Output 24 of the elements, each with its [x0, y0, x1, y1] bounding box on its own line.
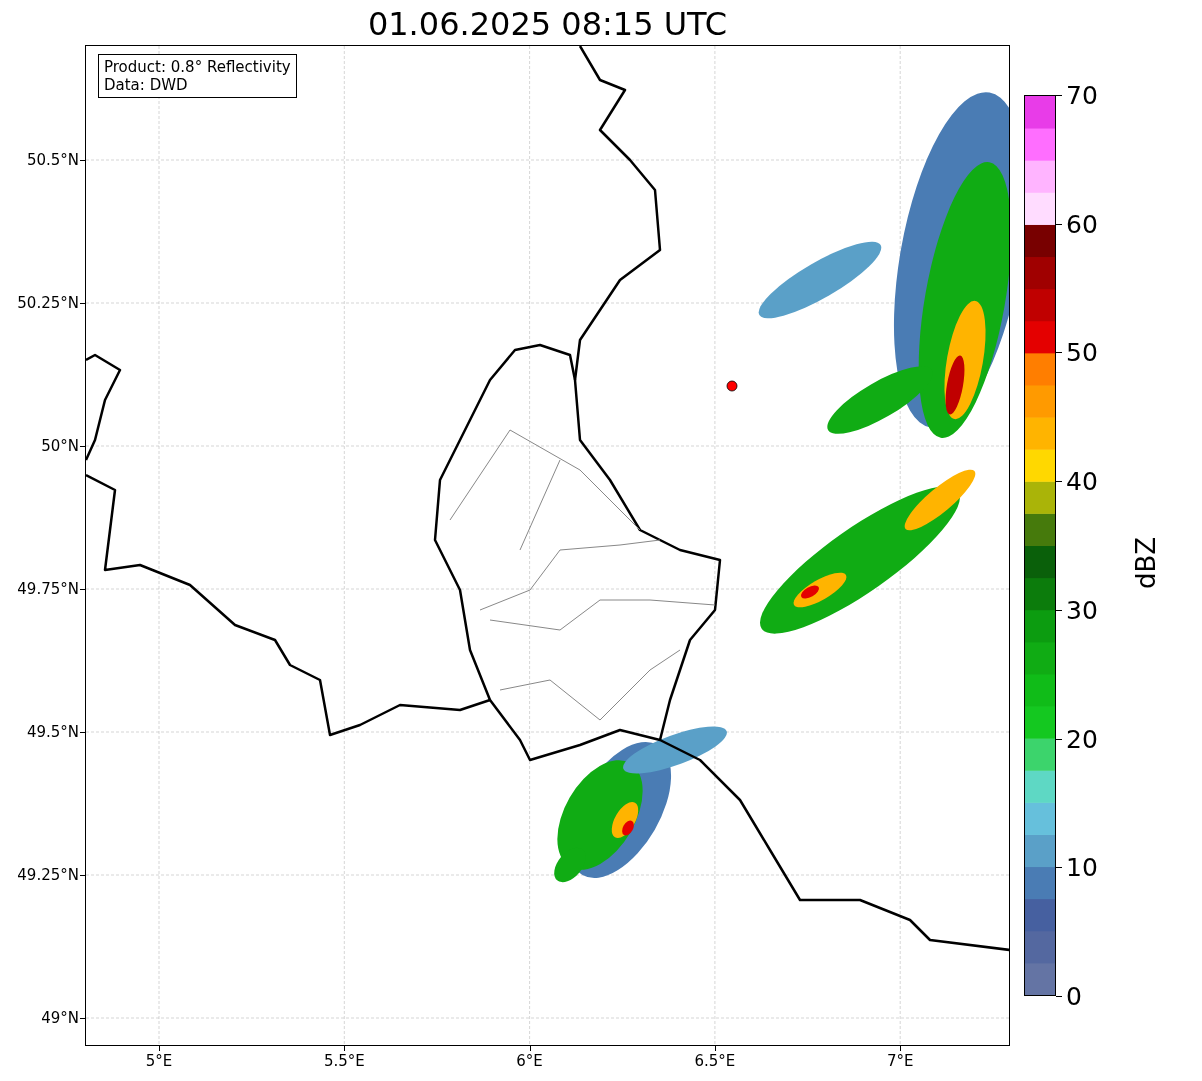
colorbar-tick-label: 50: [1066, 339, 1098, 365]
x-tick-label: 5.5°E: [323, 1052, 365, 1070]
colorbar-tick-label: 60: [1066, 211, 1098, 237]
colorbar-tick-label: 10: [1066, 854, 1098, 880]
colorbar-tick-label: 20: [1066, 726, 1098, 752]
colorbar-tick-label: 70: [1066, 82, 1098, 108]
y-tick-label: 49.5°N: [26, 723, 79, 741]
y-tick-label: 49.25°N: [17, 866, 79, 884]
colorbar-label: dBZ: [1131, 536, 1162, 590]
colorbar-tick-label: 40: [1066, 468, 1098, 494]
colorbar-tick-label: 30: [1066, 597, 1098, 623]
x-tick-label: 5°E: [145, 1052, 173, 1070]
x-tick-label: 6°E: [516, 1052, 543, 1070]
y-tick-label: 49.75°N: [17, 580, 79, 598]
legend-text: Product: 0.8° Reflectivity: [104, 58, 291, 76]
y-tick-label: 49°N: [41, 1009, 79, 1027]
y-tick-label: 50.25°N: [17, 294, 79, 312]
legend-text: Data: DWD: [104, 76, 189, 94]
x-tick-label: 6.5°E: [694, 1052, 736, 1070]
y-tick-label: 50.5°N: [26, 151, 79, 169]
y-tick-label: 50°N: [41, 437, 79, 455]
colorbar-tick-label: 0: [1066, 983, 1082, 1009]
chart-title: 01.06.2025 08:15 UTC: [366, 4, 729, 44]
x-tick-label: 7°E: [886, 1052, 914, 1070]
